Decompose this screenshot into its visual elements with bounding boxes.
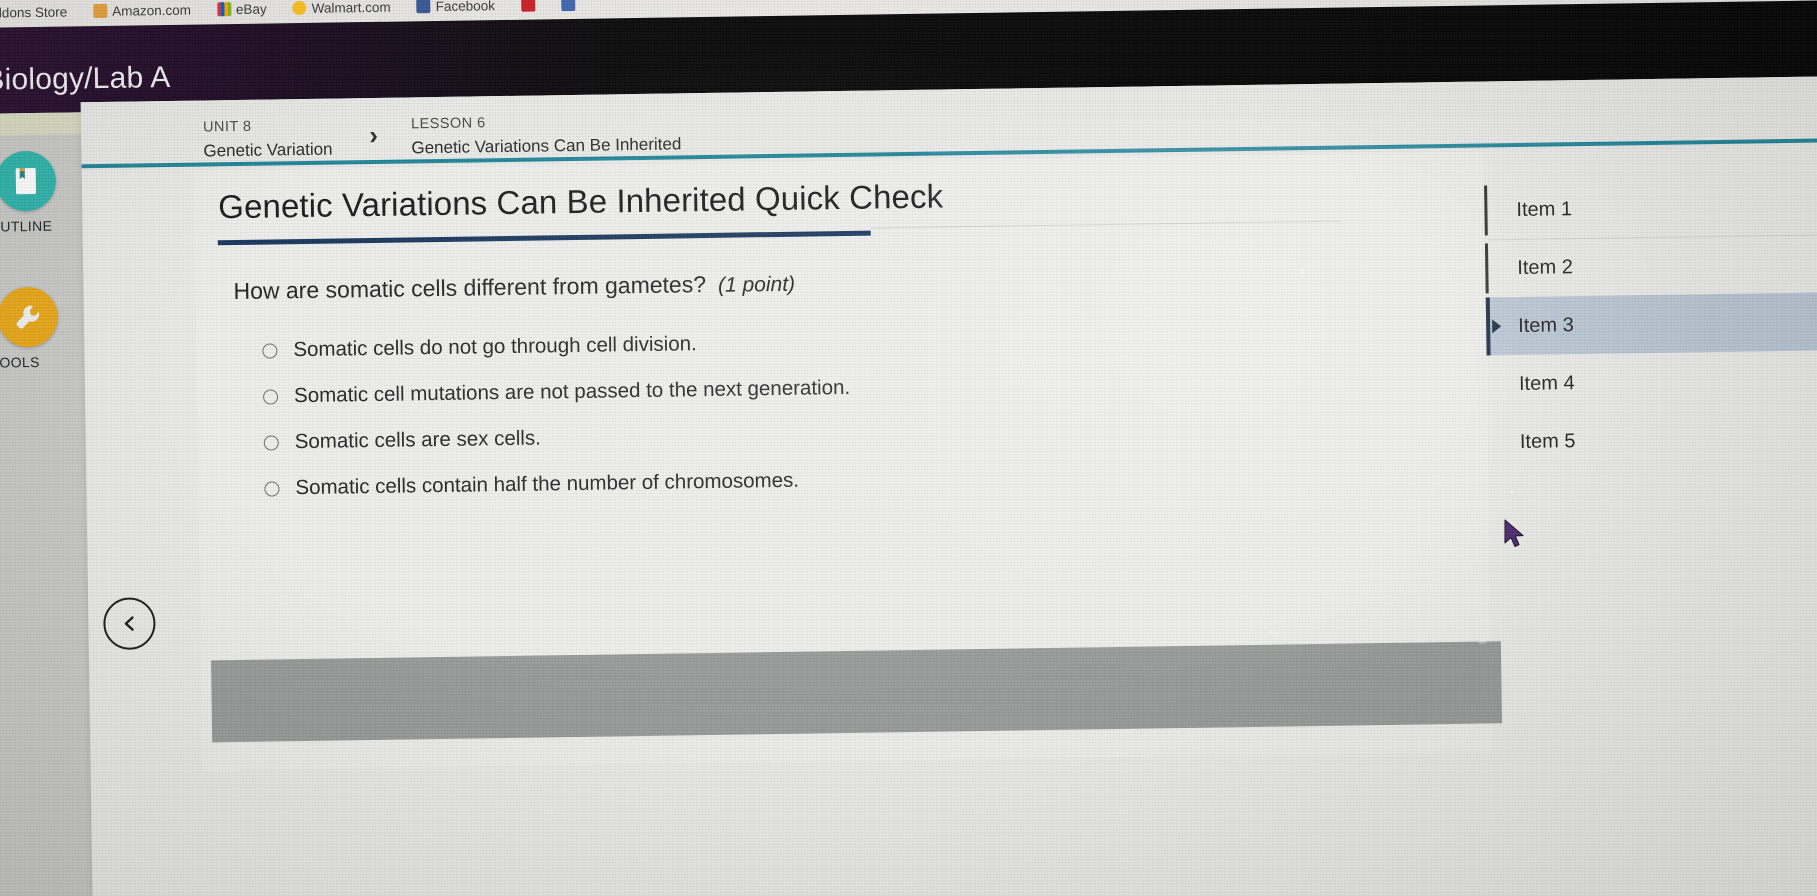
app-title: Biology/Lab A	[0, 60, 171, 97]
item-marker-bar	[1488, 417, 1492, 467]
breadcrumb-unit-eyebrow: UNIT 8	[202, 118, 252, 136]
breadcrumb-unit[interactable]: UNIT 8 Genetic Variation	[203, 115, 333, 164]
walmart-favicon-icon	[292, 0, 307, 16]
bookmark-item[interactable]	[560, 0, 576, 12]
item-nav-label: Item 4	[1518, 371, 1575, 395]
bookmark-label: Facebook	[435, 0, 496, 14]
bookmark-item[interactable]: Amazon.com	[93, 2, 191, 18]
bookmark-label: ddons Store	[0, 3, 68, 21]
item-marker-bar	[1484, 185, 1488, 236]
facebook-favicon-icon	[416, 0, 431, 14]
item-nav-row-1[interactable]: Item 1	[1484, 176, 1817, 239]
answer-options: Somatic cells do not go through cell div…	[262, 313, 1265, 512]
question-points: (1 point)	[717, 272, 796, 297]
bookmark-item[interactable]: Facebook	[416, 0, 496, 14]
pinterest-favicon-icon	[520, 0, 536, 12]
bookmark-label: eBay	[235, 1, 267, 17]
item-marker-bar	[1485, 297, 1491, 356]
wrench-icon	[0, 286, 59, 348]
book-outline-icon	[0, 150, 57, 212]
bookmark-favicon-icon	[560, 0, 576, 12]
bookmark-item[interactable]: Walmart.com	[292, 0, 391, 16]
left-sidebar: URSE OUTLINE URSE TOOLS	[0, 134, 94, 896]
browser-window: ddons Store Amazon.com eBay Walmart.com …	[0, 0, 1817, 896]
item-nav-row-5[interactable]: Item 5	[1487, 408, 1817, 471]
amazon-favicon-icon	[93, 3, 108, 19]
radio-button-icon[interactable]	[263, 434, 279, 451]
radio-button-icon[interactable]	[262, 388, 279, 405]
item-nav-label: Item 3	[1517, 313, 1574, 337]
item-marker-bar	[1484, 243, 1489, 294]
breadcrumb-unit-title: Genetic Variation	[203, 139, 333, 161]
answer-option-label: Somatic cells contain half the number of…	[295, 468, 800, 500]
breadcrumb-lesson[interactable]: LESSON 6 Genetic Variations Can Be Inher…	[411, 109, 682, 160]
bookmark-label: Amazon.com	[112, 2, 192, 19]
bookmark-item[interactable]: ddons Store	[0, 4, 67, 20]
chevron-left-icon	[124, 616, 134, 631]
bookmark-item[interactable]	[520, 0, 536, 12]
item-nav-label: Item 5	[1519, 429, 1576, 453]
active-item-caret-icon	[1492, 319, 1502, 334]
chevron-right-icon: ›	[368, 119, 379, 151]
item-navigator: Item 1 Item 2 Item 3 Item 4 Item 5	[1484, 176, 1817, 471]
sidebar-item-label: URSE TOOLS	[0, 353, 40, 371]
sidebar-item-course-tools[interactable]: URSE TOOLS	[0, 286, 85, 371]
item-nav-label: Item 1	[1516, 197, 1573, 221]
bookmark-label: Walmart.com	[311, 0, 391, 16]
item-nav-row-4[interactable]: Item 4	[1487, 350, 1817, 413]
previous-button[interactable]	[103, 597, 156, 651]
ebay-favicon-icon	[216, 2, 232, 17]
left-rail-accent	[0, 112, 82, 136]
main-content-card: UNIT 8 Genetic Variation › LESSON 6 Gene…	[80, 76, 1817, 896]
item-nav-row-2[interactable]: Item 2	[1484, 234, 1817, 297]
item-nav-label: Item 2	[1517, 255, 1574, 279]
item-nav-row-3[interactable]: Item 3	[1485, 292, 1817, 356]
answer-option-label: Somatic cells do not go through cell div…	[293, 332, 697, 362]
radio-button-icon[interactable]	[262, 342, 278, 359]
bookmark-item[interactable]: eBay	[216, 1, 267, 17]
radio-button-icon[interactable]	[264, 480, 280, 497]
item-marker-bar	[1487, 359, 1491, 409]
answer-option-label: Somatic cells are sex cells.	[294, 426, 541, 454]
answer-option-label: Somatic cell mutations are not passed to…	[293, 375, 851, 408]
sidebar-item-course-outline[interactable]: URSE OUTLINE	[0, 150, 83, 235]
screenshot-photo: ddons Store Amazon.com eBay Walmart.com …	[0, 0, 1817, 896]
sidebar-item-label: URSE OUTLINE	[0, 217, 53, 236]
